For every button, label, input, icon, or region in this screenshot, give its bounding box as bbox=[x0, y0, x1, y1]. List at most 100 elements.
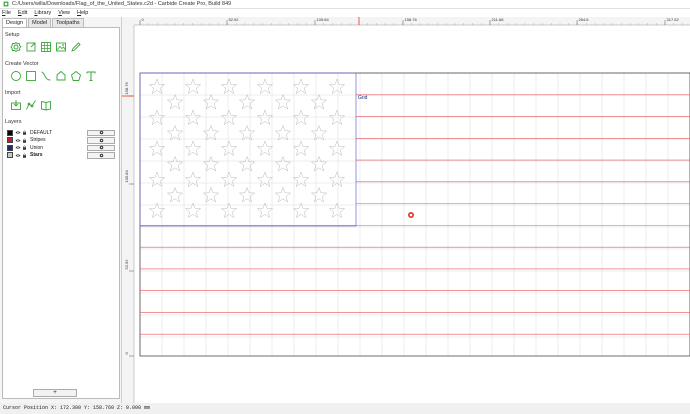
svg-import-icon bbox=[26, 100, 36, 110]
lock-icon[interactable] bbox=[22, 130, 28, 135]
layer-settings-button[interactable] bbox=[87, 152, 115, 159]
left-panel: Design Model Toolpaths Setup Create Vector… bbox=[0, 17, 122, 403]
star-shape bbox=[184, 140, 202, 157]
star-shape bbox=[292, 140, 310, 157]
status-bar: Cursor Position X: 172.300 Y: 158.760 Z:… bbox=[0, 403, 690, 414]
setup-tools bbox=[9, 40, 84, 54]
left-ruler-label: 105.84 bbox=[124, 169, 129, 182]
layer-color-swatch[interactable] bbox=[7, 129, 13, 136]
layer-settings-button[interactable] bbox=[87, 144, 115, 151]
curve-icon bbox=[41, 71, 51, 81]
star-shape bbox=[166, 155, 184, 172]
layer-name: Stripes bbox=[30, 137, 46, 144]
polygon-tool-button[interactable] bbox=[54, 69, 68, 83]
star-shape bbox=[184, 171, 202, 188]
star-shape bbox=[292, 78, 310, 95]
import-tool-button[interactable] bbox=[9, 98, 23, 112]
star-shape bbox=[292, 171, 310, 188]
text-icon bbox=[86, 71, 96, 81]
menu-item-edit[interactable]: Edit bbox=[18, 10, 27, 16]
pencil-tool-button[interactable] bbox=[69, 40, 83, 54]
star-shape bbox=[328, 78, 346, 95]
layer-settings-button[interactable] bbox=[87, 129, 115, 136]
star-shape bbox=[256, 171, 274, 188]
star-shape bbox=[166, 93, 184, 110]
gear-outline-tool-button[interactable] bbox=[9, 40, 23, 54]
grid-tool-button[interactable] bbox=[39, 40, 53, 54]
star-shape bbox=[184, 78, 202, 95]
star-shape bbox=[274, 186, 292, 203]
menu-item-library[interactable]: Library bbox=[34, 10, 51, 16]
tab-design[interactable]: Design bbox=[2, 18, 28, 27]
tab-model[interactable]: Model bbox=[28, 18, 52, 27]
lock-icon[interactable] bbox=[22, 145, 28, 150]
gear-icon bbox=[99, 138, 103, 142]
star-shape bbox=[202, 155, 220, 172]
star-shape bbox=[274, 155, 292, 172]
menu-item-file[interactable]: File bbox=[2, 10, 11, 16]
setup-section-label: Setup bbox=[5, 32, 20, 38]
star-shape bbox=[238, 124, 256, 141]
home-marker-center bbox=[409, 213, 413, 217]
text-tool-button[interactable] bbox=[84, 69, 98, 83]
top-ruler-label: 317.52 bbox=[667, 17, 680, 22]
layer-row[interactable]: DEFAULT bbox=[7, 129, 115, 137]
star-shape bbox=[220, 78, 238, 95]
lock-icon[interactable] bbox=[22, 153, 28, 158]
rectangle-tool-button[interactable] bbox=[24, 69, 38, 83]
curve-tool-button[interactable] bbox=[39, 69, 53, 83]
star-shape bbox=[310, 124, 328, 141]
top-ruler-label: 264.6 bbox=[579, 17, 590, 22]
eye-icon[interactable] bbox=[15, 145, 21, 150]
rectangle-icon bbox=[26, 71, 36, 81]
pentagon-tool-button[interactable] bbox=[69, 69, 83, 83]
add-layer-button[interactable]: + bbox=[33, 389, 77, 397]
tab-toolpaths[interactable]: Toolpaths bbox=[52, 18, 84, 27]
layer-name: Union bbox=[30, 144, 44, 151]
window-title: C:/Users/willa/Downloads/Flag_of_the_Uni… bbox=[12, 1, 232, 7]
image-icon bbox=[56, 42, 66, 52]
panel-tabs: Design Model Toolpaths bbox=[2, 18, 85, 27]
layer-color-swatch[interactable] bbox=[7, 144, 13, 151]
star-shape bbox=[148, 78, 166, 95]
left-ruler bbox=[122, 17, 134, 403]
eye-icon[interactable] bbox=[15, 153, 21, 158]
svg-import-tool-button[interactable] bbox=[24, 98, 38, 112]
menu-item-help[interactable]: Help bbox=[77, 10, 88, 16]
image-tool-button[interactable] bbox=[54, 40, 68, 54]
layer-row[interactable]: Union bbox=[7, 144, 115, 152]
eye-icon[interactable] bbox=[15, 138, 21, 143]
import-icon bbox=[11, 100, 21, 110]
panel-body: Setup Create Vector Import Layers DEFAUL… bbox=[2, 27, 120, 399]
layers-list: DEFAULT Stripes Union Stars bbox=[7, 129, 115, 159]
lock-icon[interactable] bbox=[22, 138, 28, 143]
book-icon bbox=[41, 100, 51, 111]
star-shape bbox=[148, 140, 166, 157]
star-shape bbox=[166, 124, 184, 141]
circle-tool-button[interactable] bbox=[9, 69, 23, 83]
layer-color-swatch[interactable] bbox=[7, 137, 13, 144]
star-shape bbox=[274, 124, 292, 141]
design-canvas[interactable]: 0 52.92 105.84 158.76 211.68 264.6 317.52158.7… bbox=[122, 17, 690, 403]
star-shape bbox=[238, 186, 256, 203]
star-shape bbox=[328, 140, 346, 157]
layer-color-swatch[interactable] bbox=[7, 152, 13, 159]
layer-row[interactable]: Stars bbox=[7, 152, 115, 160]
app-icon bbox=[3, 1, 9, 7]
polygon-icon bbox=[56, 70, 66, 81]
menu-item-view[interactable]: View bbox=[58, 10, 70, 16]
create-vector-section-label: Create Vector bbox=[5, 61, 39, 67]
top-ruler-label: 105.84 bbox=[317, 17, 330, 22]
title-bar: C:/Users/willa/Downloads/Flag_of_the_Uni… bbox=[0, 0, 690, 9]
eye-icon[interactable] bbox=[15, 130, 21, 135]
book-tool-button[interactable] bbox=[39, 98, 53, 112]
open-file-tool-button[interactable] bbox=[24, 40, 38, 54]
canvas-area[interactable]: 0 52.92 105.84 158.76 211.68 264.6 317.52 158.7… bbox=[122, 17, 690, 403]
menu-bar: File Edit Library View Help bbox=[0, 9, 690, 17]
star-shape bbox=[220, 140, 238, 157]
circle-icon bbox=[11, 71, 21, 81]
layer-row[interactable]: Stripes bbox=[7, 137, 115, 145]
gear-icon bbox=[99, 146, 103, 150]
open-file-icon bbox=[26, 42, 36, 52]
layer-settings-button[interactable] bbox=[87, 137, 115, 144]
